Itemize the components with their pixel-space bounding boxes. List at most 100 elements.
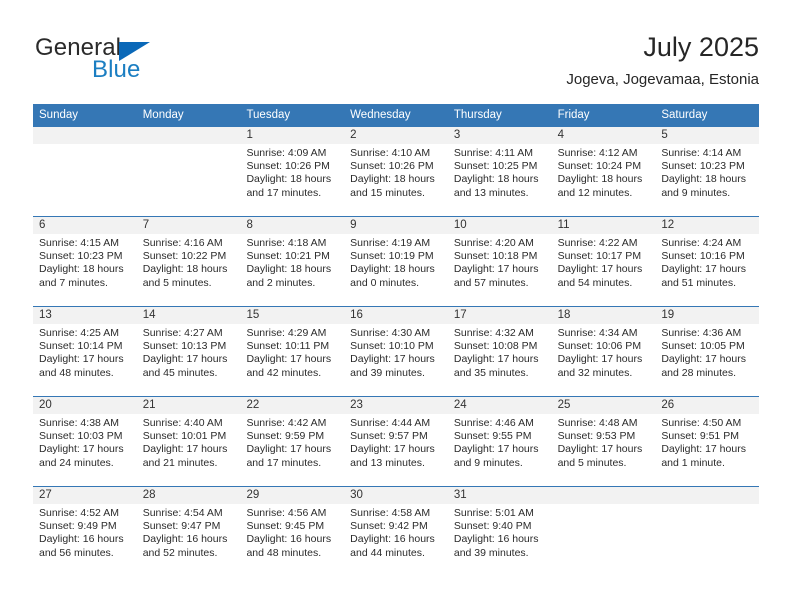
day-number: 5 xyxy=(655,127,760,144)
day-cell[interactable]: 13 Sunrise: 4:25 AM Sunset: 10:14 PM Day… xyxy=(33,307,137,396)
week-row: 6 Sunrise: 4:15 AM Sunset: 10:23 PM Dayl… xyxy=(33,216,760,306)
sunrise-text: Sunrise: 4:54 AM xyxy=(142,507,223,519)
day-cell[interactable]: 18 Sunrise: 4:34 AM Sunset: 10:06 PM Day… xyxy=(551,307,656,396)
day-number: 18 xyxy=(551,307,656,324)
day-cell[interactable] xyxy=(136,127,241,216)
day-number: 27 xyxy=(33,487,137,504)
sunset-text: Sunset: 10:13 PM xyxy=(142,340,227,353)
location-subtitle: Jogeva, Jogevamaa, Estonia xyxy=(566,71,759,88)
daylight-text-line2: and 35 minutes. xyxy=(453,366,529,379)
sunrise-text: Sunrise: 4:42 AM xyxy=(246,417,327,429)
day-number: 22 xyxy=(240,397,345,414)
day-cell[interactable]: 22 Sunrise: 4:42 AM Sunset: 9:59 PM Dayl… xyxy=(240,397,345,486)
daylight-text-line2: and 52 minutes. xyxy=(142,546,218,559)
daylight-text-line1: Daylight: 16 hours xyxy=(350,533,435,546)
sunrise-text: Sunrise: 4:50 AM xyxy=(661,417,742,429)
day-cell[interactable]: 4 Sunrise: 4:12 AM Sunset: 10:24 PM Dayl… xyxy=(551,127,656,216)
day-details: Sunrise: 4:48 AM Sunset: 9:53 PM Dayligh… xyxy=(552,414,656,470)
daylight-text-line2: and 21 minutes. xyxy=(142,456,218,469)
day-cell[interactable] xyxy=(33,127,137,216)
sunset-text: Sunset: 10:23 PM xyxy=(39,250,123,263)
daylight-text-line1: Daylight: 17 hours xyxy=(557,353,643,366)
day-cell[interactable]: 9 Sunrise: 4:19 AM Sunset: 10:19 PM Dayl… xyxy=(344,217,448,306)
general-blue-logo: General Blue xyxy=(33,34,263,92)
day-number: 20 xyxy=(33,397,137,414)
day-cell[interactable]: 27 Sunrise: 4:52 AM Sunset: 9:49 PM Dayl… xyxy=(33,487,137,576)
day-cell[interactable]: 25 Sunrise: 4:48 AM Sunset: 9:53 PM Dayl… xyxy=(551,397,656,486)
day-details: Sunrise: 4:50 AM Sunset: 9:51 PM Dayligh… xyxy=(655,414,759,470)
day-cell[interactable]: 2 Sunrise: 4:10 AM Sunset: 10:26 PM Dayl… xyxy=(344,127,448,216)
daylight-text-line1: Daylight: 18 hours xyxy=(246,173,332,186)
day-cell[interactable]: 15 Sunrise: 4:29 AM Sunset: 10:11 PM Day… xyxy=(240,307,345,396)
day-cell[interactable]: 24 Sunrise: 4:46 AM Sunset: 9:55 PM Dayl… xyxy=(447,397,552,486)
day-details: Sunrise: 4:27 AM Sunset: 10:13 PM Daylig… xyxy=(137,324,241,380)
sunset-text: Sunset: 10:05 PM xyxy=(661,340,745,353)
week-row: 20 Sunrise: 4:38 AM Sunset: 10:03 PM Day… xyxy=(33,396,760,486)
day-cell[interactable]: 8 Sunrise: 4:18 AM Sunset: 10:21 PM Dayl… xyxy=(240,217,345,306)
daylight-text-line2: and 12 minutes. xyxy=(557,186,633,199)
day-cell[interactable]: 20 Sunrise: 4:38 AM Sunset: 10:03 PM Day… xyxy=(33,397,137,486)
sunrise-text: Sunrise: 4:11 AM xyxy=(453,147,534,159)
day-cell[interactable]: 17 Sunrise: 4:32 AM Sunset: 10:08 PM Day… xyxy=(447,307,552,396)
day-details: Sunrise: 4:54 AM Sunset: 9:47 PM Dayligh… xyxy=(137,504,241,560)
day-cell[interactable]: 29 Sunrise: 4:56 AM Sunset: 9:45 PM Dayl… xyxy=(240,487,345,576)
sunrise-text: Sunrise: 4:29 AM xyxy=(246,327,327,339)
sunrise-text: Sunrise: 4:16 AM xyxy=(142,237,223,249)
daylight-text-line1: Daylight: 17 hours xyxy=(350,443,435,456)
day-cell[interactable]: 23 Sunrise: 4:44 AM Sunset: 9:57 PM Dayl… xyxy=(344,397,448,486)
sunset-text: Sunset: 10:03 PM xyxy=(39,430,123,443)
day-number xyxy=(655,487,760,504)
day-cell[interactable]: 12 Sunrise: 4:24 AM Sunset: 10:16 PM Day… xyxy=(655,217,760,306)
sunrise-text: Sunrise: 4:22 AM xyxy=(557,237,638,249)
day-cell[interactable]: 31 Sunrise: 5:01 AM Sunset: 9:40 PM Dayl… xyxy=(447,487,552,576)
day-details: Sunrise: 4:14 AM Sunset: 10:23 PM Daylig… xyxy=(655,144,759,200)
sunset-text: Sunset: 10:26 PM xyxy=(350,160,434,173)
sunset-text: Sunset: 9:59 PM xyxy=(246,430,325,443)
day-cell[interactable] xyxy=(655,487,760,576)
daylight-text-line1: Daylight: 16 hours xyxy=(453,533,539,546)
sunrise-text: Sunrise: 4:44 AM xyxy=(350,417,431,429)
day-number: 10 xyxy=(447,217,552,234)
day-number xyxy=(551,487,656,504)
daylight-text-line1: Daylight: 17 hours xyxy=(661,353,746,366)
day-cell[interactable]: 28 Sunrise: 4:54 AM Sunset: 9:47 PM Dayl… xyxy=(136,487,241,576)
day-cell[interactable]: 5 Sunrise: 4:14 AM Sunset: 10:23 PM Dayl… xyxy=(655,127,760,216)
sunset-text: Sunset: 9:49 PM xyxy=(39,520,117,533)
day-cell[interactable]: 7 Sunrise: 4:16 AM Sunset: 10:22 PM Dayl… xyxy=(136,217,241,306)
daylight-text-line1: Daylight: 17 hours xyxy=(246,353,332,366)
day-details: Sunrise: 4:12 AM Sunset: 10:24 PM Daylig… xyxy=(552,144,656,200)
day-details: Sunrise: 4:44 AM Sunset: 9:57 PM Dayligh… xyxy=(344,414,448,470)
day-cell[interactable]: 10 Sunrise: 4:20 AM Sunset: 10:18 PM Day… xyxy=(447,217,552,306)
day-details: Sunrise: 4:32 AM Sunset: 10:08 PM Daylig… xyxy=(448,324,552,380)
daylight-text-line1: Daylight: 17 hours xyxy=(39,443,124,456)
sunrise-text: Sunrise: 4:58 AM xyxy=(350,507,431,519)
day-number: 3 xyxy=(447,127,552,144)
daylight-text-line1: Daylight: 18 hours xyxy=(39,263,124,276)
day-number: 26 xyxy=(655,397,760,414)
day-cell[interactable] xyxy=(551,487,656,576)
sunrise-text: Sunrise: 4:56 AM xyxy=(246,507,327,519)
day-details: Sunrise: 4:30 AM Sunset: 10:10 PM Daylig… xyxy=(344,324,448,380)
day-cell[interactable]: 14 Sunrise: 4:27 AM Sunset: 10:13 PM Day… xyxy=(136,307,241,396)
sunrise-text: Sunrise: 4:12 AM xyxy=(557,147,638,159)
day-cell[interactable]: 11 Sunrise: 4:22 AM Sunset: 10:17 PM Day… xyxy=(551,217,656,306)
day-cell[interactable]: 30 Sunrise: 4:58 AM Sunset: 9:42 PM Dayl… xyxy=(344,487,448,576)
daylight-text-line2: and 39 minutes. xyxy=(350,366,425,379)
day-cell[interactable]: 6 Sunrise: 4:15 AM Sunset: 10:23 PM Dayl… xyxy=(33,217,137,306)
day-cell[interactable]: 19 Sunrise: 4:36 AM Sunset: 10:05 PM Day… xyxy=(655,307,760,396)
daylight-text-line2: and 24 minutes. xyxy=(39,456,114,469)
day-cell[interactable]: 1 Sunrise: 4:09 AM Sunset: 10:26 PM Dayl… xyxy=(240,127,345,216)
daylight-text-line2: and 1 minute. xyxy=(661,456,725,469)
day-cell[interactable]: 21 Sunrise: 4:40 AM Sunset: 10:01 PM Day… xyxy=(136,397,241,486)
day-cell[interactable]: 3 Sunrise: 4:11 AM Sunset: 10:25 PM Dayl… xyxy=(447,127,552,216)
sunrise-text: Sunrise: 4:18 AM xyxy=(246,237,327,249)
day-cell[interactable]: 16 Sunrise: 4:30 AM Sunset: 10:10 PM Day… xyxy=(344,307,448,396)
day-cell[interactable]: 26 Sunrise: 4:50 AM Sunset: 9:51 PM Dayl… xyxy=(655,397,760,486)
daylight-text-line1: Daylight: 16 hours xyxy=(246,533,332,546)
day-number: 12 xyxy=(655,217,760,234)
day-number: 8 xyxy=(240,217,345,234)
day-number: 23 xyxy=(344,397,448,414)
title-block: July 2025 Jogeva, Jogevamaa, Estonia xyxy=(566,30,759,91)
sunrise-text: Sunrise: 4:40 AM xyxy=(142,417,223,429)
day-details: Sunrise: 4:25 AM Sunset: 10:14 PM Daylig… xyxy=(33,324,137,380)
